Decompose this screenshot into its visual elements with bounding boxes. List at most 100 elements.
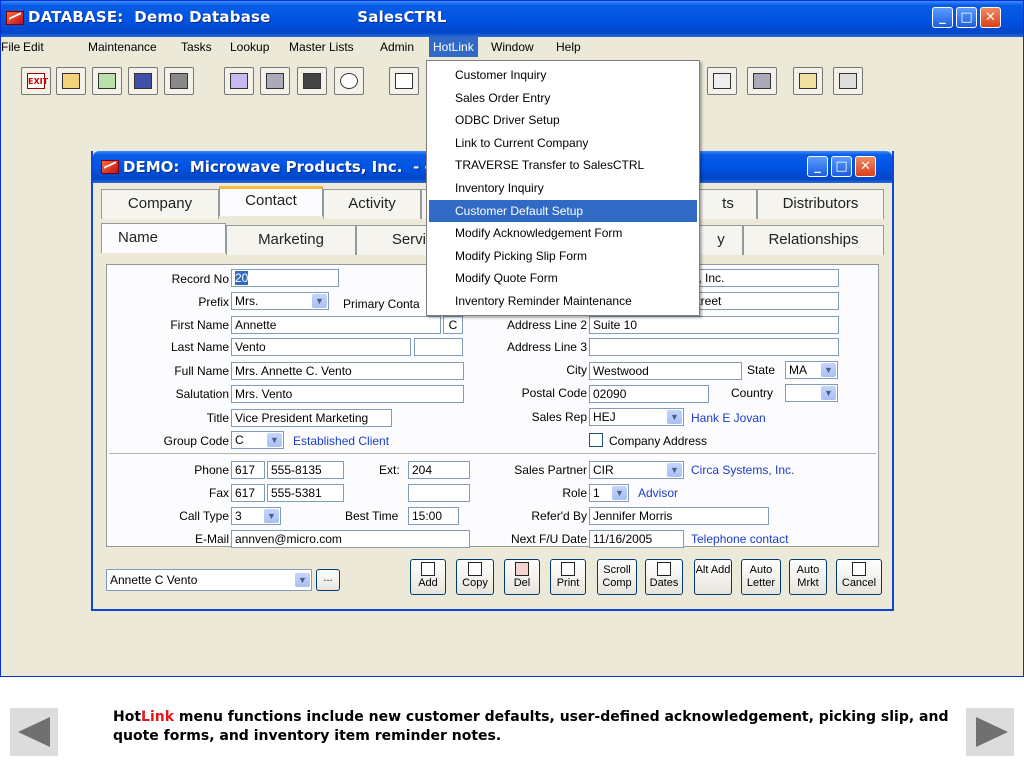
open-button[interactable] [56, 67, 86, 95]
clock-button[interactable] [334, 67, 364, 95]
tab-history[interactable]: y [699, 225, 743, 255]
scroll-comp-button[interactable]: Scroll Comp [597, 559, 637, 595]
dictionary-button[interactable] [747, 67, 777, 95]
tab-relationships[interactable]: Relationships [743, 225, 884, 255]
salutation-field[interactable]: Mrs. Vento [231, 385, 464, 403]
notepad-button[interactable] [224, 67, 254, 95]
menu-master-lists[interactable]: Master Lists [289, 40, 354, 54]
country-select[interactable]: ▼ [785, 384, 838, 402]
menu-item-inventory-inquiry[interactable]: Inventory Inquiry [429, 177, 697, 199]
add-button[interactable]: Add [410, 559, 446, 595]
title-field[interactable]: Vice President Marketing [231, 409, 392, 427]
calendar-button[interactable] [389, 67, 419, 95]
menu-item-inventory-reminder[interactable]: Inventory Reminder Maintenance [429, 290, 697, 312]
print-button[interactable]: Print [550, 559, 586, 595]
copy-button[interactable]: Copy [456, 559, 494, 595]
tab-distributors[interactable]: Distributors [757, 189, 884, 219]
menu-item-modify-picking-slip[interactable]: Modify Picking Slip Form [429, 245, 697, 267]
address-line2-field[interactable]: Suite 10 [589, 316, 839, 334]
email-field[interactable]: annven@micro.com [231, 530, 470, 548]
delete-button[interactable]: Del [504, 559, 540, 595]
postal-code-field[interactable]: 02090 [589, 385, 709, 403]
menu-item-modify-quote-form[interactable]: Modify Quote Form [429, 267, 697, 289]
menu-admin[interactable]: Admin [380, 40, 414, 54]
app-titlebar[interactable]: DATABASE: Demo Database SalesCTRL _ □ ✕ [1, 1, 1023, 37]
tab-marketing[interactable]: Marketing [226, 225, 356, 255]
maximize-button[interactable]: □ [956, 7, 977, 28]
first-name-field[interactable]: Annette [231, 316, 441, 334]
referd-by-field[interactable]: Jennifer Morris [589, 507, 769, 525]
auto-letter-button[interactable]: Auto Letter [741, 559, 781, 595]
inner-maximize-button[interactable]: □ [831, 156, 852, 177]
dates-button[interactable]: Dates [645, 559, 683, 595]
next-slide-button[interactable] [966, 708, 1014, 756]
prefix-select[interactable]: Mrs. ▼ [231, 292, 329, 310]
tab-activity[interactable]: Activity [323, 189, 421, 219]
full-name-field[interactable]: Mrs. Annette C. Vento [231, 362, 464, 380]
role-select[interactable]: 1 ▼ [589, 484, 629, 502]
network-button[interactable] [707, 67, 737, 95]
tab-contact[interactable]: Contact [219, 186, 323, 216]
inner-close-button[interactable]: ✕ [855, 156, 876, 177]
chevron-down-icon: ▼ [295, 573, 310, 587]
city-field[interactable]: Westwood [589, 362, 742, 380]
menu-window[interactable]: Window [491, 40, 534, 54]
next-followup-date-field[interactable]: 11/16/2005 [589, 530, 684, 548]
menu-item-customer-default-setup[interactable]: Customer Default Setup [429, 200, 697, 222]
group-code-description: Established Client [293, 434, 390, 448]
menu-help[interactable]: Help [556, 40, 581, 54]
contact-select[interactable]: Annette C Vento ▼ [106, 569, 312, 591]
menu-file[interactable]: File [1, 40, 20, 54]
menu-hotlink[interactable]: HotLink [429, 37, 478, 57]
alt-add-button[interactable]: Alt Add [694, 559, 732, 595]
menu-item-sales-order-entry[interactable]: Sales Order Entry [429, 87, 697, 109]
word-button[interactable] [128, 67, 158, 95]
menu-lookup[interactable]: Lookup [230, 40, 269, 54]
cancel-button[interactable]: Cancel [836, 559, 882, 595]
menu-item-customer-inquiry[interactable]: Customer Inquiry [429, 64, 697, 86]
company-window-title: DEMO: Microwave Products, Inc. - - A [123, 158, 448, 176]
tab-products[interactable]: ts [699, 189, 757, 219]
minimize-button[interactable]: _ [932, 7, 953, 28]
menu-item-modify-ack-form[interactable]: Modify Acknowledgement Form [429, 222, 697, 244]
form-button[interactable] [260, 67, 290, 95]
address-line3-field[interactable] [589, 338, 839, 356]
ledger-button[interactable] [793, 67, 823, 95]
phone-number-field[interactable]: 555-8135 [267, 461, 344, 479]
ellipsis-button[interactable]: ... [316, 569, 340, 591]
previous-slide-button[interactable] [10, 708, 58, 756]
chart-button[interactable] [92, 67, 122, 95]
menu-item-odbc-driver-setup[interactable]: ODBC Driver Setup [429, 109, 697, 131]
inner-minimize-button[interactable]: _ [807, 156, 828, 177]
tab-service[interactable]: Servi [356, 225, 429, 255]
record-no-field[interactable]: 20 [231, 269, 339, 287]
sales-partner-select[interactable]: CIR ▼ [589, 461, 684, 479]
call-type-select[interactable]: 3 ▼ [231, 507, 281, 525]
menu-item-link-current-company[interactable]: Link to Current Company [429, 132, 697, 154]
find-button[interactable] [297, 67, 327, 95]
fax-area-field[interactable]: 617 [231, 484, 265, 502]
ext-label: Ext: [379, 463, 400, 477]
menu-edit[interactable]: Edit [23, 40, 44, 54]
menu-maintenance[interactable]: Maintenance [88, 40, 157, 54]
next-followup-label: Next F/U Date [510, 532, 587, 546]
arrow-right-icon [976, 717, 1008, 747]
menu-item-traverse-transfer[interactable]: TRAVERSE Transfer to SalesCTRL [429, 154, 697, 176]
tab-company[interactable]: Company [101, 189, 219, 219]
prefix-label: Prefix [198, 295, 229, 309]
state-select[interactable]: MA ▼ [785, 361, 838, 379]
close-button[interactable]: ✕ [980, 7, 1001, 28]
company-address-checkbox[interactable] [589, 433, 603, 447]
phone-area-field[interactable]: 617 [231, 461, 265, 479]
fax-number-field[interactable]: 555-5381 [267, 484, 344, 502]
report-button[interactable] [833, 67, 863, 95]
calendar-icon [395, 73, 413, 89]
printer-button[interactable] [164, 67, 194, 95]
menu-tasks[interactable]: Tasks [181, 40, 212, 54]
exit-button[interactable]: EXIT [21, 67, 51, 95]
auto-mrkt-button[interactable]: Auto Mrkt [789, 559, 827, 595]
group-code-select[interactable]: C ▼ [231, 431, 284, 449]
sales-rep-select[interactable]: HEJ ▼ [589, 408, 684, 426]
tab-name[interactable]: Name [101, 223, 226, 253]
last-name-field[interactable]: Vento [231, 338, 411, 356]
